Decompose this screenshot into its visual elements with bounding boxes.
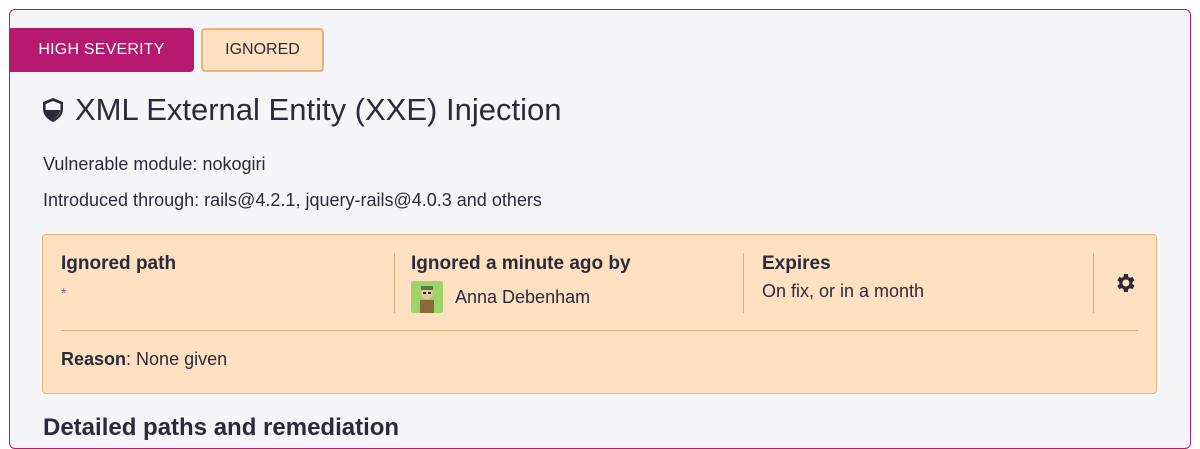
introduced-value: rails@4.2.1, jquery-rails@4.0.3 and othe… — [204, 190, 542, 210]
ignored-path-value: * — [61, 285, 67, 301]
ignore-reason: Reason: None given — [61, 349, 227, 370]
section-heading: Detailed paths and remediation — [43, 414, 400, 441]
column-divider — [743, 253, 744, 313]
issue-title-text: XML External Entity (XXE) Injection — [75, 92, 562, 127]
reason-label: Reason — [61, 349, 127, 369]
column-divider — [394, 253, 395, 313]
ignored-badge: IGNORED — [201, 28, 324, 72]
expires-label: Expires — [762, 253, 831, 274]
ignored-path: Ignored path * — [61, 253, 176, 301]
introduced-through: Introduced through: rails@4.2.1, jquery-… — [43, 190, 542, 211]
user-avatar — [411, 281, 443, 313]
reason-colon: : — [126, 349, 137, 369]
column-divider — [1093, 253, 1094, 313]
vulnerable-module: Vulnerable module: nokogiri — [43, 154, 266, 175]
severity-badge: HIGH SEVERITY — [9, 28, 194, 72]
user-name: Anna Debenham — [455, 286, 591, 307]
expires: Expires On fix, or in a month — [762, 253, 924, 302]
ignored-by-label: Ignored a minute ago by — [411, 253, 631, 274]
ignored-by: Ignored a minute ago by Anna Debenham — [411, 253, 631, 313]
expires-value: On fix, or in a month — [762, 281, 925, 301]
ignored-by-user[interactable]: Anna Debenham — [411, 281, 631, 313]
box-divider — [61, 330, 1138, 331]
module-label: Vulnerable module: — [43, 154, 198, 174]
module-value: nokogiri — [202, 154, 266, 174]
issue-title[interactable]: XML External Entity (XXE) Injection — [41, 92, 561, 128]
ignored-path-label: Ignored path — [61, 253, 177, 274]
shield-icon — [43, 98, 63, 122]
reason-value: None given — [136, 349, 228, 369]
introduced-label: Introduced through: — [43, 190, 200, 210]
badges: HIGH SEVERITY IGNORED — [9, 28, 324, 72]
gear-icon[interactable] — [1113, 271, 1137, 300]
ignore-details-box: Ignored path * Ignored a minute ago by A… — [42, 234, 1157, 394]
vulnerability-card: HIGH SEVERITY IGNORED XML External Entit… — [9, 9, 1191, 449]
